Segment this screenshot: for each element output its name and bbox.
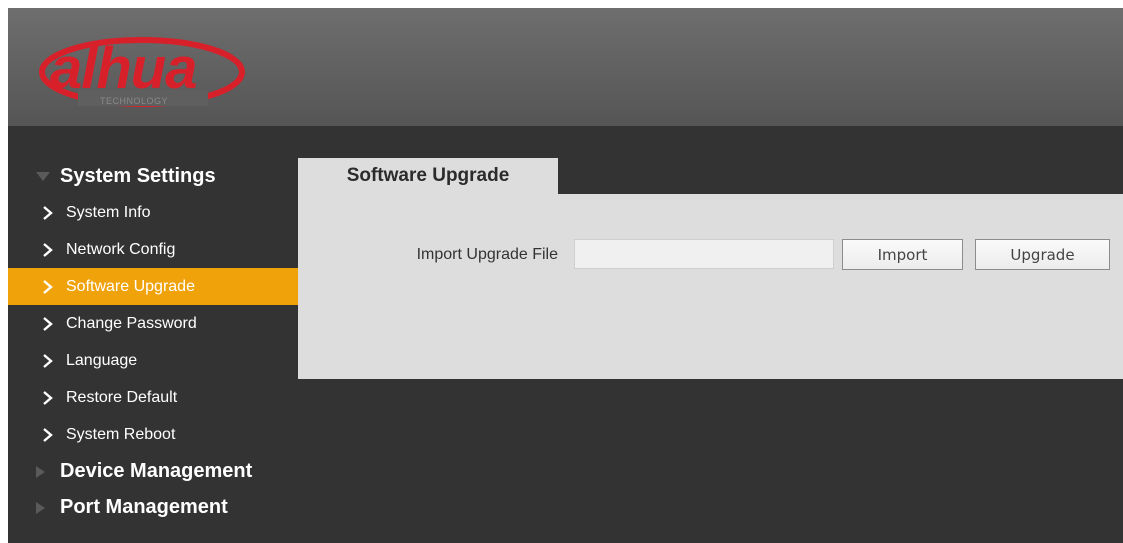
header-bar: alhua TECHNOLOGY xyxy=(8,8,1123,126)
sidebar-item-change-password[interactable]: Change Password xyxy=(8,305,298,342)
sidebar-item-language[interactable]: Language xyxy=(8,342,298,379)
sidebar-item-label: Software Upgrade xyxy=(66,278,195,295)
tab-software-upgrade[interactable]: Software Upgrade xyxy=(298,158,558,194)
sidebar-item-network-config[interactable]: Network Config xyxy=(8,231,298,268)
sidebar-group-label: System Settings xyxy=(60,165,216,187)
chevron-right-icon xyxy=(43,243,53,257)
chevron-right-icon xyxy=(43,206,53,220)
dahua-logo: alhua TECHNOLOGY xyxy=(39,36,245,107)
import-button[interactable]: Import xyxy=(842,239,963,270)
chevron-right-icon xyxy=(43,354,53,368)
sidebar-group-device-management[interactable]: Device Management xyxy=(8,453,298,489)
sidebar-item-system-reboot[interactable]: System Reboot xyxy=(8,416,298,453)
svg-text:alhua: alhua xyxy=(50,36,197,101)
triangle-down-icon xyxy=(36,158,52,194)
upgrade-file-input[interactable] xyxy=(574,239,834,269)
chevron-right-icon xyxy=(43,317,53,331)
sidebar-item-system-info[interactable]: System Info xyxy=(8,194,298,231)
chevron-right-icon xyxy=(43,428,53,442)
sidebar-nav: System Settings System Info Network Conf… xyxy=(8,158,298,525)
sidebar-group-label: Port Management xyxy=(60,496,228,518)
import-upgrade-file-label: Import Upgrade File xyxy=(416,246,558,263)
sidebar-item-label: Network Config xyxy=(66,241,176,258)
sidebar-item-label: System Reboot xyxy=(66,426,176,443)
sidebar-group-port-management[interactable]: Port Management xyxy=(8,489,298,525)
sidebar-item-restore-default[interactable]: Restore Default xyxy=(8,379,298,416)
upgrade-button[interactable]: Upgrade xyxy=(975,239,1110,270)
sidebar-item-label: Language xyxy=(66,352,138,369)
sidebar-item-label: Restore Default xyxy=(66,389,178,406)
sidebar-group-label: Device Management xyxy=(60,460,253,482)
tab-strip: Software Upgrade xyxy=(298,158,1123,194)
sidebar-item-label: Change Password xyxy=(66,315,197,332)
svg-text:TECHNOLOGY: TECHNOLOGY xyxy=(100,96,168,106)
upgrade-form: Import Upgrade File Import Upgrade xyxy=(298,194,1123,379)
triangle-right-icon xyxy=(36,489,52,525)
sidebar-group-system-settings[interactable]: System Settings xyxy=(8,158,298,194)
main-panel: Software Upgrade Import Upgrade File Imp… xyxy=(298,158,1123,379)
sidebar-item-label: System Info xyxy=(66,204,151,221)
app-frame: alhua TECHNOLOGY System Settings System … xyxy=(8,8,1123,543)
chevron-right-icon xyxy=(43,280,53,294)
sidebar-item-software-upgrade[interactable]: Software Upgrade xyxy=(8,268,298,305)
chevron-right-icon xyxy=(43,391,53,405)
triangle-right-icon xyxy=(36,453,52,489)
